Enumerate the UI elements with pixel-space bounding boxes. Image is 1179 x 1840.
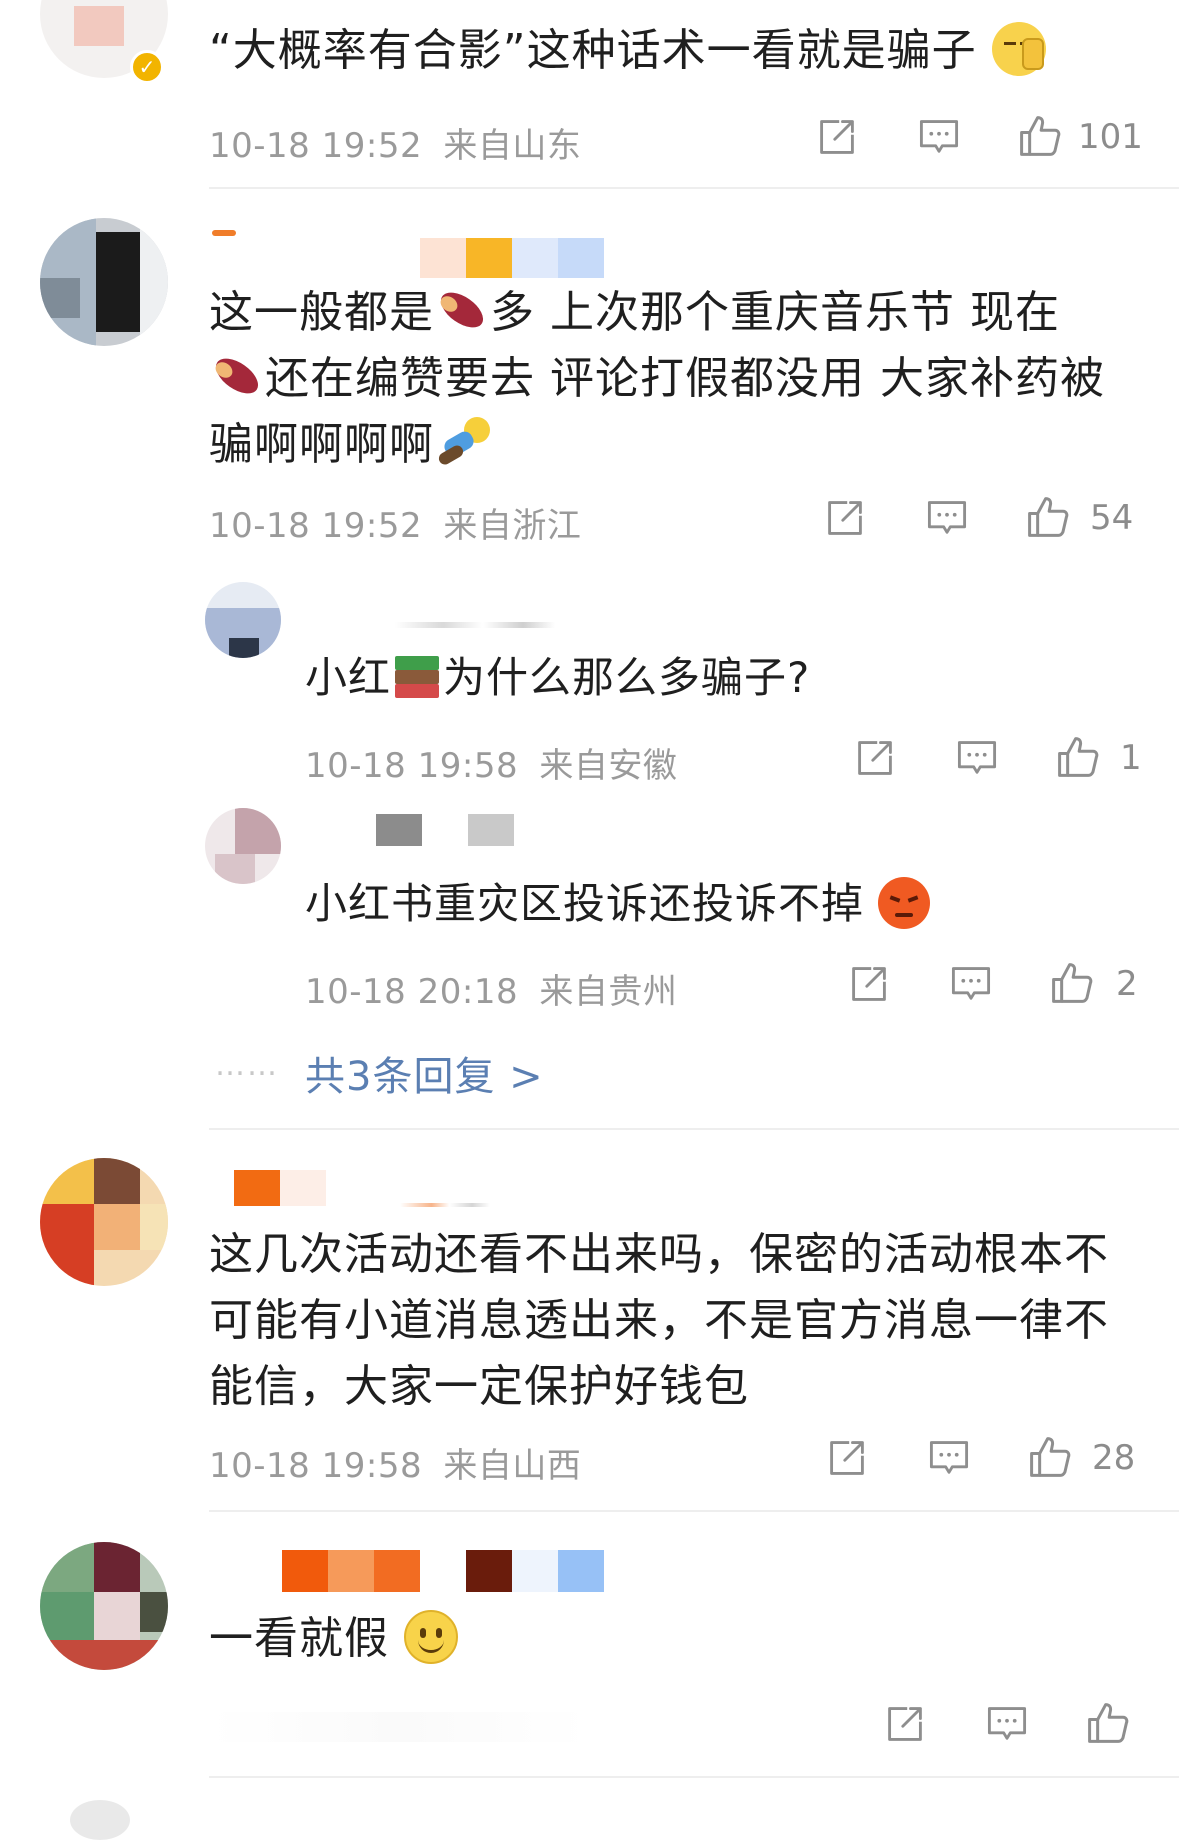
avatar-next-partial xyxy=(70,1800,130,1840)
like-icon[interactable] xyxy=(1027,1434,1073,1480)
verified-badge-icon: ✓ xyxy=(130,50,164,84)
comment-meta-blurred xyxy=(209,1712,589,1742)
smiling-face-emoji xyxy=(404,1610,458,1664)
reply-location: 来自贵州 xyxy=(539,972,678,1012)
share-icon[interactable] xyxy=(823,496,867,540)
comment-icon[interactable] xyxy=(927,1436,971,1480)
username-blurred[interactable] xyxy=(282,1550,604,1592)
avatar[interactable] xyxy=(205,808,281,884)
like-count: 101 xyxy=(1078,117,1143,157)
username-blurred-fragment xyxy=(400,1203,490,1207)
username-blurred[interactable] xyxy=(234,1170,326,1206)
like-icon[interactable] xyxy=(1017,113,1063,159)
books-emoji xyxy=(391,652,443,702)
reply-text: 小红书重灾区投诉还投诉不掉 xyxy=(305,874,931,934)
comment-text: “大概率有合影”这种话术一看就是骗子 xyxy=(209,18,1129,84)
avatar[interactable] xyxy=(40,218,168,346)
angry-face-emoji xyxy=(878,876,931,929)
like-icon[interactable] xyxy=(1085,1700,1131,1746)
like-icon[interactable] xyxy=(1025,494,1071,540)
comment-icon[interactable] xyxy=(949,962,993,1006)
comment-icon[interactable] xyxy=(985,1702,1029,1746)
comment-icon[interactable] xyxy=(955,736,999,780)
username-blurred[interactable] xyxy=(420,238,604,278)
avatar[interactable] xyxy=(40,1158,168,1286)
divider xyxy=(209,1776,1179,1778)
comment-text: 这几次活动还看不出来吗，保密的活动根本不可能有小道消息透出来，不是官方消息一律不… xyxy=(209,1229,1109,1412)
avatar[interactable] xyxy=(40,1542,168,1670)
avatar[interactable] xyxy=(205,582,281,658)
like-icon[interactable] xyxy=(1049,960,1095,1006)
comment-meta: 10-18 19:52 来自浙江 xyxy=(209,498,581,547)
reply-meta: 10-18 19:58 来自安徽 xyxy=(305,738,677,787)
share-icon[interactable] xyxy=(883,1702,927,1746)
divider xyxy=(209,1128,1179,1130)
username-blurred[interactable] xyxy=(376,814,514,846)
divider xyxy=(209,1510,1179,1512)
reply-text: 小红 为什么那么多骗子? xyxy=(305,652,811,702)
reply-time: 10-18 19:58 xyxy=(305,746,519,786)
more-replies-dots: …… xyxy=(215,1048,279,1083)
like-icon[interactable] xyxy=(1055,734,1101,780)
share-icon[interactable] xyxy=(853,736,897,780)
comment-time: 10-18 19:52 xyxy=(209,126,423,166)
like-count: 28 xyxy=(1092,1438,1136,1478)
reply-meta: 10-18 20:18 来自贵州 xyxy=(305,964,677,1013)
comment-location: 来自山西 xyxy=(443,1446,582,1486)
comment-icon[interactable] xyxy=(925,496,969,540)
share-icon[interactable] xyxy=(847,962,891,1006)
username-blurred[interactable] xyxy=(395,622,555,628)
comment-meta: 10-18 19:52 来自山东 xyxy=(209,118,581,167)
comment-text: 一看就假 xyxy=(209,1606,1129,1672)
comment-meta: 10-18 19:58 来自山西 xyxy=(209,1438,581,1487)
share-icon[interactable] xyxy=(815,115,859,159)
comment-location: 来自山东 xyxy=(443,126,582,166)
comment-text: 这一般都是 多 上次那个重庆音乐节 现在 还在编赞要去 评论打假都没用 大家补药… xyxy=(209,285,1105,471)
sweet-potato-emoji xyxy=(209,351,265,401)
more-replies-link[interactable]: 共3条回复 > xyxy=(305,1044,544,1102)
reply-location: 来自安徽 xyxy=(539,746,678,786)
comment-time: 10-18 19:52 xyxy=(209,506,423,546)
like-count: 1 xyxy=(1120,738,1142,778)
username-blurred-fragment xyxy=(212,230,236,236)
comment-time: 10-18 19:58 xyxy=(209,1446,423,1486)
face-with-hand-emoji xyxy=(991,22,1046,76)
divider xyxy=(209,187,1179,189)
sweet-potato-emoji xyxy=(434,285,490,335)
comment-icon[interactable] xyxy=(917,115,961,159)
like-count: 2 xyxy=(1116,964,1138,1004)
person-lying-emoji xyxy=(434,415,494,471)
share-icon[interactable] xyxy=(825,1436,869,1480)
reply-time: 10-18 20:18 xyxy=(305,972,519,1012)
like-count: 54 xyxy=(1090,498,1134,538)
comment-location: 来自浙江 xyxy=(443,506,582,546)
